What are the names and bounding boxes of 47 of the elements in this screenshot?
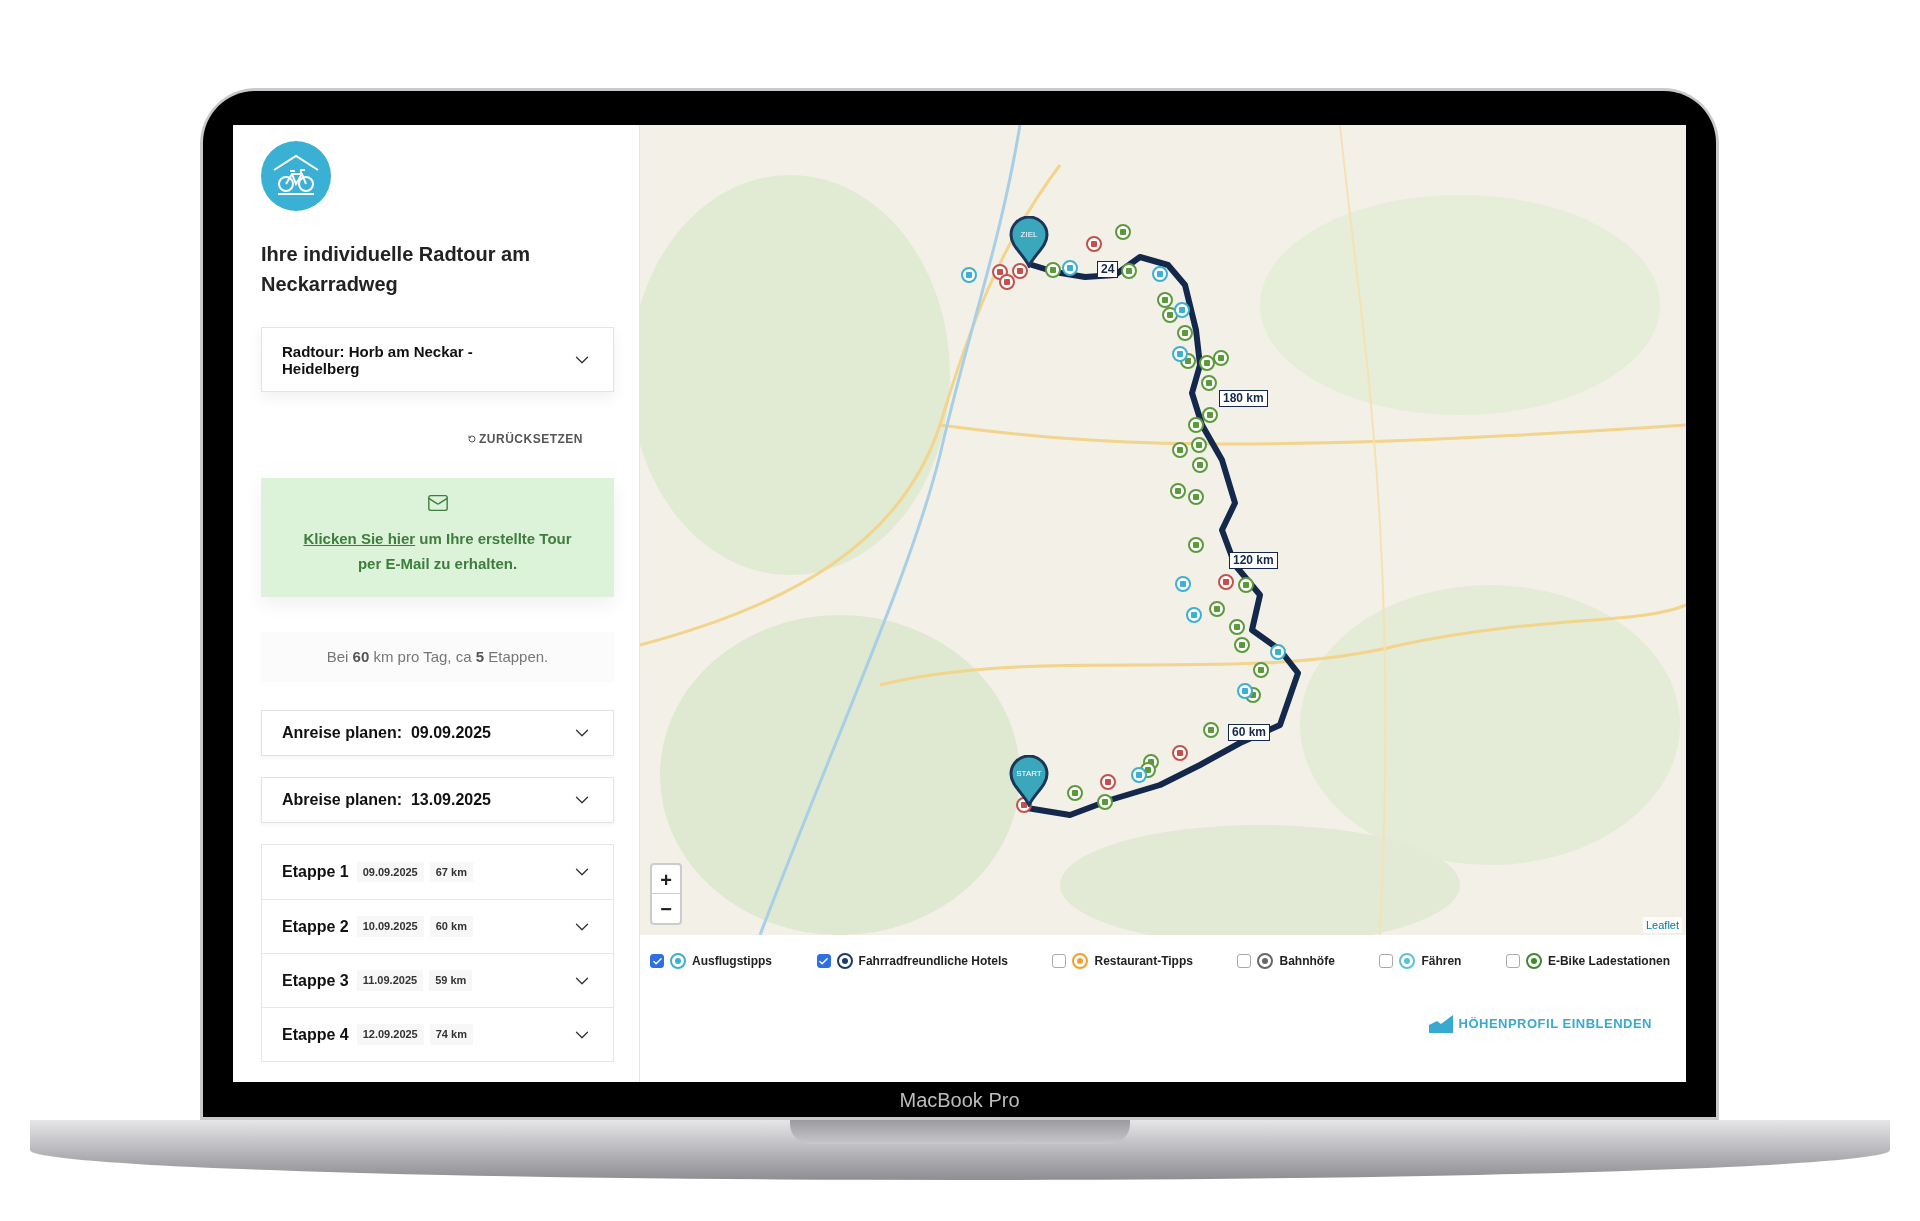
date-dropdown[interactable]: Abreise planen: 13.09.2025 bbox=[261, 777, 614, 823]
reset-icon bbox=[468, 435, 476, 443]
hotel-marker-icon[interactable] bbox=[1202, 407, 1218, 423]
zoom-out-button[interactable]: − bbox=[652, 894, 680, 923]
stage-row[interactable]: Etappe 3 11.09.2025 59 km bbox=[262, 953, 613, 1007]
legend-item[interactable]: Fahrradfreundliche Hotels bbox=[816, 952, 1008, 970]
checkbox[interactable] bbox=[816, 954, 831, 968]
distance-label: 60 km bbox=[1228, 724, 1271, 741]
legend-item[interactable]: E-Bike Ladestationen bbox=[1505, 952, 1670, 970]
checkbox[interactable] bbox=[1505, 954, 1520, 968]
stage-distance: 74 km bbox=[429, 1024, 473, 1045]
stage-date: 12.09.2025 bbox=[356, 1024, 424, 1045]
stage-label: Etappe 4 bbox=[282, 1024, 349, 1045]
checkbox[interactable] bbox=[1379, 954, 1394, 968]
distance-label: 120 km bbox=[1229, 552, 1278, 569]
checkbox[interactable] bbox=[650, 954, 664, 968]
checkbox[interactable] bbox=[1237, 954, 1252, 968]
map[interactable]: 24 180 km 120 km 60 km ZIEL START + − Leaflet bbox=[640, 125, 1686, 935]
device-label: MacBook Pro bbox=[899, 1087, 1020, 1113]
date-dropdown[interactable]: Anreise planen: 09.09.2025 bbox=[261, 710, 614, 756]
chart-icon bbox=[1428, 1014, 1453, 1033]
stage-row[interactable]: Etappe 4 12.09.2025 74 km bbox=[262, 1007, 613, 1061]
email-link[interactable]: Klicken Sie hier bbox=[303, 530, 416, 547]
legend-item[interactable]: Ausflugstipps bbox=[650, 952, 772, 970]
stage-date: 09.09.2025 bbox=[356, 861, 424, 883]
page-title: Ihre individuelle Radtour am Neckarradweg bbox=[261, 242, 531, 297]
stage-distance: 67 km bbox=[429, 861, 473, 883]
distance-label: 180 km bbox=[1219, 390, 1268, 407]
stage-label: Etappe 1 bbox=[282, 862, 349, 882]
stage-row[interactable]: Etappe 1 09.09.2025 67 km bbox=[262, 845, 613, 899]
distance-label: 24 bbox=[1097, 261, 1119, 278]
email-hint: Klicken Sie hier um Ihre erstellte Tour per E-Mail zu erhalten. bbox=[302, 529, 573, 574]
zoom-in-button[interactable]: + bbox=[652, 865, 680, 894]
stage-label: Etappe 2 bbox=[282, 916, 349, 937]
stage-distance: 60 km bbox=[429, 916, 473, 937]
summary-text: Bei 60 km pro Tag, ca 5 Etappen. bbox=[326, 646, 549, 667]
stage-date: 10.09.2025 bbox=[356, 916, 424, 937]
legend-item[interactable]: Restaurant-Tipps bbox=[1052, 952, 1193, 970]
tour-dropdown[interactable]: Radtour: Horb am Neckar - Heidelberg bbox=[261, 327, 614, 392]
stage-distance: 59 km bbox=[429, 970, 473, 991]
reset-button[interactable]: ZURÜCKSETZEN bbox=[468, 430, 583, 448]
legend-item[interactable]: Bahnhöfe bbox=[1237, 952, 1335, 970]
checkbox[interactable] bbox=[1052, 954, 1067, 968]
stage-label: Etappe 3 bbox=[282, 970, 349, 991]
stage-date: 11.09.2025 bbox=[356, 970, 424, 991]
stage-row[interactable]: Etappe 2 10.09.2025 60 km bbox=[262, 899, 613, 953]
legend-item[interactable]: Fähren bbox=[1379, 952, 1462, 970]
